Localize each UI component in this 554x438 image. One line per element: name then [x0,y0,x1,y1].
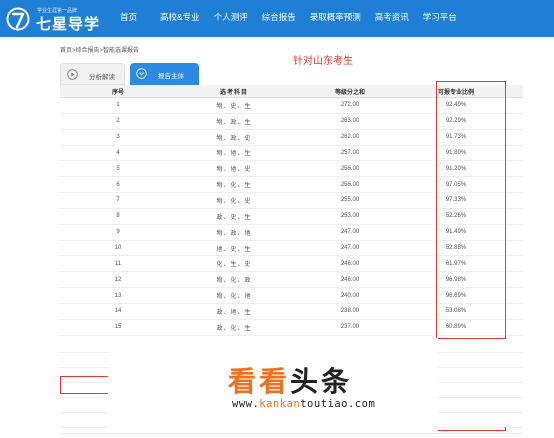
tab-analysis[interactable]: 分析解读 [60,63,125,85]
row-score-sum: 272.00 [340,102,360,109]
nav-item-study-platform[interactable]: 学习平台 [416,0,464,37]
watermark-logo: 看看头条 [228,360,352,400]
tab-report-label: 报告主体 [158,73,184,80]
row-score-sum: 240.00 [340,292,360,299]
row-index: 12 [114,276,122,283]
logo-title: 七星导学 [36,16,101,33]
row-score-sum: 262.00 [340,134,360,141]
row-index: 1 [116,102,120,109]
watermark-url-accent: kankan [259,398,301,410]
row-index: 14 [114,308,122,315]
row-subjects: 物、化、史 [216,198,252,205]
nav-item-home[interactable]: 首页 [108,0,153,37]
watermark-orange-text: 看看 [228,366,291,397]
row-index: 6 [116,181,120,188]
row-subjects: 政、化、生 [216,325,252,332]
bottom-divider [60,433,523,434]
row-score-sum: 246.00 [340,276,360,283]
watermark-url-suffix: toutiao.com [300,398,376,410]
column-header-index: 序号 [111,89,124,96]
row-index: 15 [114,324,122,331]
seven-logo-icon [6,7,30,31]
row-score-sum: 238.00 [340,308,360,315]
row-index: 13 [114,292,122,299]
watermark-dark-text: 头条 [290,366,353,397]
nav-item-assessment[interactable]: 个人测评 [207,0,255,37]
watermark-url: www.kankantoutiao.com [232,398,375,410]
row-index: 8 [116,213,120,220]
ratio-column-highlight [436,81,506,339]
play-circle-icon [67,69,78,80]
row-score-sum: 247.00 [340,229,360,236]
row-subjects: 物、化、政 [216,278,252,285]
row-score-sum: 253.00 [340,213,360,220]
row-index: 10 [114,245,122,252]
nav-item-colleges-majors[interactable]: 高校&专业 [153,0,207,37]
row-subjects: 物、政、史 [216,135,252,142]
row-score-sum: 257.00 [340,149,360,156]
row-index: 9 [116,229,120,236]
row-score-sum: 255.00 [340,197,360,204]
nav-item-exam-news[interactable]: 高考资讯 [368,0,416,37]
breadcrumb[interactable]: 首页>综合报告>智能选课报告 [60,45,139,54]
row-subjects: 化、生、史 [216,262,252,269]
top-header: 学业生涯第一品牌 七星导学 首页 高校&专业 个人测评 综合报告 录取概率预测 … [0,0,554,37]
row-subjects: 政、史、生 [216,214,252,221]
tab-report[interactable]: 报告主体 [130,63,199,85]
row-index: 3 [116,134,120,141]
row-score-sum: 246.00 [340,260,360,267]
row-index: 7 [116,197,120,204]
row-highlight-box [60,376,110,394]
row-subjects: 地、史、生 [216,246,252,253]
row-score-sum: 247.00 [340,245,360,252]
row-score-sum: 256.00 [340,181,360,188]
ratio-column-highlight-bottom [436,427,506,431]
site-logo[interactable]: 学业生涯第一品牌 七星导学 [6,4,116,34]
row-subjects: 物、地、史 [216,167,252,174]
row-subjects: 物、化、地 [216,294,252,301]
row-subjects: 物、政、生 [216,119,252,126]
row-score-sum: 256.00 [340,165,360,172]
row-subjects: 物、地、生 [216,151,252,158]
watermark-url-prefix: www. [232,398,260,410]
row-index: 4 [116,149,120,156]
row-score-sum: 237.00 [340,324,360,331]
row-subjects: 政、地、生 [216,309,252,316]
row-index: 5 [116,165,120,172]
chevron-down-circle-icon [136,68,147,79]
row-subjects: 物、化、生 [216,183,252,190]
tab-analysis-label: 分析解读 [89,74,115,81]
row-index: 2 [116,118,120,125]
nav-item-report[interactable]: 综合报告 [255,0,303,37]
row-score-sum: 263.00 [340,118,360,125]
column-header-score-sum: 等级分之和 [334,89,365,96]
row-subjects: 物、史、生 [216,103,252,110]
annotation-text: 针对山东考生 [293,56,353,67]
nav-item-admission-prediction[interactable]: 录取概率预测 [303,0,368,37]
row-subjects: 物、政、地 [216,230,252,237]
main-nav: 首页 高校&专业 个人测评 综合报告 录取概率预测 高考资讯 学习平台 [108,0,464,37]
column-header-subjects: 选考科目 [219,89,248,96]
row-index: 11 [114,260,122,267]
